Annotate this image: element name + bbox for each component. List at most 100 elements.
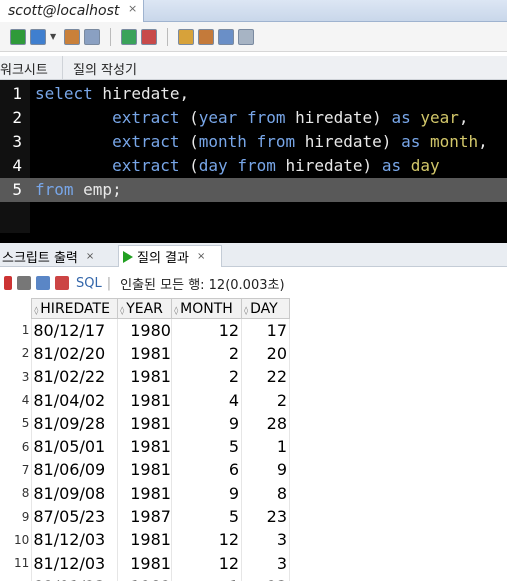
cell-year[interactable]: 1981 — [117, 458, 173, 482]
cell-month[interactable]: 12 — [171, 551, 243, 575]
cell-day[interactable]: 28 — [241, 411, 290, 435]
table-row[interactable]: 10 81/12/03 1981 12 3 — [0, 528, 290, 552]
cell-hiredate[interactable]: 87/05/23 — [31, 504, 119, 529]
tab-worksheet[interactable]: 워크시트 — [0, 56, 62, 80]
cell-day[interactable]: 9 — [241, 458, 290, 482]
column-header-hiredate[interactable]: ◊ HIREDATE — [31, 298, 119, 319]
cell-day[interactable]: 8 — [241, 481, 290, 505]
table-row[interactable]: 7 81/06/09 1981 6 9 — [0, 458, 290, 482]
cell-day[interactable]: 23 — [241, 504, 290, 529]
cell-hiredate[interactable]: 81/06/09 — [31, 458, 119, 482]
cell-month[interactable]: 12 — [171, 318, 243, 342]
table-row[interactable]: 11 81/12/03 1981 12 3 — [0, 551, 290, 575]
column-header-day[interactable]: ◊ DAY — [241, 298, 290, 319]
column-header-month[interactable]: ◊ MONTH — [171, 298, 243, 319]
cell-year[interactable]: 1981 — [117, 388, 173, 412]
cell-year[interactable]: 1980 — [117, 318, 173, 342]
close-icon[interactable]: × — [197, 251, 205, 262]
column-header-year[interactable]: ◊ YEAR — [117, 298, 173, 319]
cell-hiredate[interactable]: 81/09/28 — [31, 411, 119, 435]
commit-icon[interactable] — [121, 28, 138, 45]
chevron-down-icon[interactable]: ▼ — [50, 32, 56, 41]
fetch-status: 인출된 모든 행: 12(0.003초) — [120, 277, 285, 293]
cell-month[interactable]: 1 — [171, 574, 243, 581]
cell-day[interactable]: 17 — [241, 318, 290, 342]
cell-hiredate[interactable]: 81/12/03 — [31, 551, 119, 575]
rollback-icon[interactable] — [141, 28, 158, 45]
explain-plan-icon[interactable] — [84, 28, 101, 45]
close-icon[interactable]: × — [86, 251, 94, 262]
cell-day[interactable]: 2 — [241, 388, 290, 412]
table-row[interactable]: 3 81/02/22 1981 2 22 — [0, 365, 290, 389]
table-row[interactable]: 9 87/05/23 1987 5 23 — [0, 504, 290, 529]
text-case-icon[interactable] — [238, 28, 255, 45]
cell-month[interactable]: 12 — [171, 528, 243, 552]
cell-year[interactable]: 1982 — [117, 574, 173, 581]
editor-line[interactable]: 3 extract (month from hiredate) as month… — [0, 130, 507, 154]
refresh-sql-icon[interactable] — [36, 276, 50, 290]
tab-query-builder[interactable]: 질의 작성기 — [62, 56, 162, 80]
editor-line[interactable]: 5 from emp; — [0, 178, 507, 202]
cell-day[interactable]: 1 — [241, 434, 290, 459]
table-row[interactable]: 1 80/12/17 1980 12 17 — [0, 318, 290, 342]
cell-hiredate[interactable]: 81/09/08 — [31, 481, 119, 505]
editor-line[interactable]: 1 select hiredate, — [0, 82, 507, 106]
history-icon[interactable] — [218, 28, 235, 45]
cell-hiredate[interactable]: 80/12/17 — [31, 318, 119, 342]
cell-hiredate[interactable]: 82/01/23 — [31, 574, 119, 581]
cell-hiredate[interactable]: 81/02/20 — [31, 341, 119, 366]
cell-month[interactable]: 2 — [171, 341, 243, 366]
close-icon[interactable]: × — [128, 2, 137, 15]
sql-button[interactable]: SQL — [76, 276, 102, 291]
cell-day[interactable]: 3 — [241, 528, 290, 552]
cell-day[interactable]: 23 — [241, 574, 290, 581]
cell-year[interactable]: 1981 — [117, 411, 173, 435]
table-row[interactable]: 2 81/02/20 1981 2 20 — [0, 341, 290, 366]
row-number: 12 — [0, 574, 33, 581]
cell-hiredate[interactable]: 81/02/22 — [31, 365, 119, 389]
autotrace-icon[interactable] — [64, 28, 81, 45]
sort-icon: ◊ — [34, 305, 39, 315]
cell-month[interactable]: 9 — [171, 481, 243, 505]
sql-tuning-icon[interactable] — [178, 28, 195, 45]
cell-hiredate[interactable]: 81/04/02 — [31, 388, 119, 412]
run-statement-icon[interactable] — [10, 28, 26, 45]
table-row[interactable]: 4 81/04/02 1981 4 2 — [0, 388, 290, 412]
cell-hiredate[interactable]: 81/12/03 — [31, 528, 119, 552]
cell-year[interactable]: 1981 — [117, 365, 173, 389]
print-icon[interactable] — [17, 276, 31, 290]
cell-day[interactable]: 22 — [241, 365, 290, 389]
cell-month[interactable]: 9 — [171, 411, 243, 435]
cell-month[interactable]: 2 — [171, 365, 243, 389]
sql-editor[interactable]: 1 select hiredate, 2 extract (year from hi… — [0, 80, 507, 233]
editor-bottom-area — [0, 233, 507, 243]
editor-line[interactable]: 2 extract (year from hiredate) as year, — [0, 106, 507, 130]
table-row[interactable]: 6 81/05/01 1981 5 1 — [0, 434, 290, 459]
table-row[interactable]: 8 81/09/08 1981 9 8 — [0, 481, 290, 505]
cell-hiredate[interactable]: 81/05/01 — [31, 434, 119, 459]
cell-month[interactable]: 5 — [171, 504, 243, 529]
eraser-icon[interactable] — [198, 28, 215, 45]
cell-month[interactable]: 5 — [171, 434, 243, 459]
cell-day[interactable]: 20 — [241, 341, 290, 366]
editor-line[interactable]: 4 extract (day from hiredate) as day — [0, 154, 507, 178]
table-row[interactable]: 5 81/09/28 1981 9 28 — [0, 411, 290, 435]
cell-day[interactable]: 3 — [241, 551, 290, 575]
cell-month[interactable]: 6 — [171, 458, 243, 482]
document-tab-scott[interactable]: scott@localhost × — [0, 0, 144, 22]
cell-year[interactable]: 1981 — [117, 481, 173, 505]
result-toolbar: SQL | 인출된 모든 행: 12(0.003초) — [0, 270, 507, 296]
cell-year[interactable]: 1981 — [117, 434, 173, 459]
tab-script-output[interactable]: 스크립트 출력 × — [0, 245, 116, 267]
cell-year[interactable]: 1981 — [117, 341, 173, 366]
pin-icon[interactable] — [4, 276, 12, 290]
export-icon[interactable] — [55, 276, 69, 290]
cell-year[interactable]: 1981 — [117, 528, 173, 552]
cell-year[interactable]: 1981 — [117, 551, 173, 575]
table-row[interactable]: 1282/01/231982123 — [0, 574, 290, 581]
cell-year[interactable]: 1987 — [117, 504, 173, 529]
run-script-icon[interactable] — [30, 28, 46, 45]
cell-month[interactable]: 4 — [171, 388, 243, 412]
play-icon — [123, 250, 133, 263]
tab-query-result[interactable]: 질의 결과 × — [118, 245, 222, 267]
